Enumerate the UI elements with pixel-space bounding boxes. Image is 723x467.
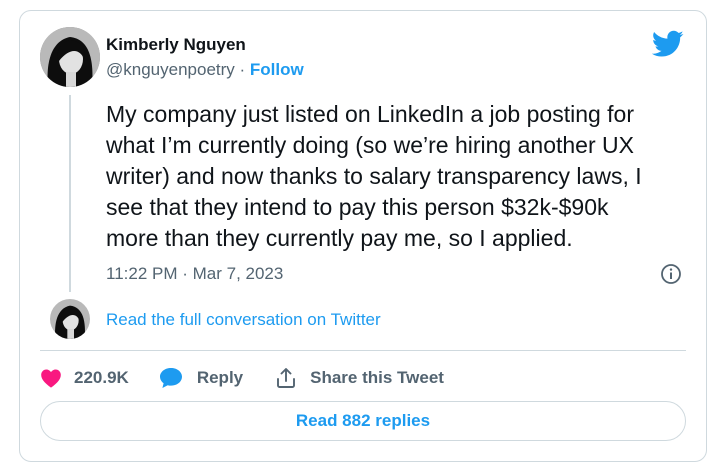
handle-separator: · xyxy=(234,60,250,79)
action-bar: 220.9K Reply Share this Tweet xyxy=(40,363,444,393)
reply-label: Reply xyxy=(196,368,244,387)
divider xyxy=(40,350,686,351)
share-upload-icon xyxy=(275,367,297,389)
reply-button[interactable]: Reply xyxy=(159,367,243,389)
author-avatar[interactable] xyxy=(40,27,100,87)
author-handle-row: @knguyenpoetry · Follow xyxy=(106,60,304,80)
author-handle[interactable]: @knguyenpoetry xyxy=(106,60,235,79)
tweet-text: My company just listed on LinkedIn a job… xyxy=(106,101,642,251)
read-replies-label: Read 882 replies xyxy=(295,411,431,430)
thread-line xyxy=(69,95,71,292)
like-count: 220.9K xyxy=(74,368,129,387)
conversation-avatar[interactable] xyxy=(50,299,90,339)
tweet-timestamp[interactable]: 11:22 PM · Mar 7, 2023 xyxy=(106,264,283,284)
share-label: Share this Tweet xyxy=(310,368,444,387)
read-replies-button[interactable]: Read 882 replies xyxy=(40,401,686,441)
twitter-bird-icon[interactable] xyxy=(651,30,684,58)
share-button[interactable]: Share this Tweet xyxy=(275,367,444,389)
follow-link[interactable]: Follow xyxy=(250,60,304,79)
tweet-card: Kimberly Nguyen @knguyenpoetry · Follow … xyxy=(19,10,707,462)
author-name[interactable]: Kimberly Nguyen xyxy=(106,35,246,55)
read-conversation-link[interactable]: Read the full conversation on Twitter xyxy=(106,310,381,330)
speech-bubble-icon xyxy=(159,367,183,389)
like-button[interactable]: 220.9K xyxy=(40,368,129,388)
heart-icon xyxy=(40,368,62,388)
info-icon[interactable] xyxy=(659,262,683,286)
